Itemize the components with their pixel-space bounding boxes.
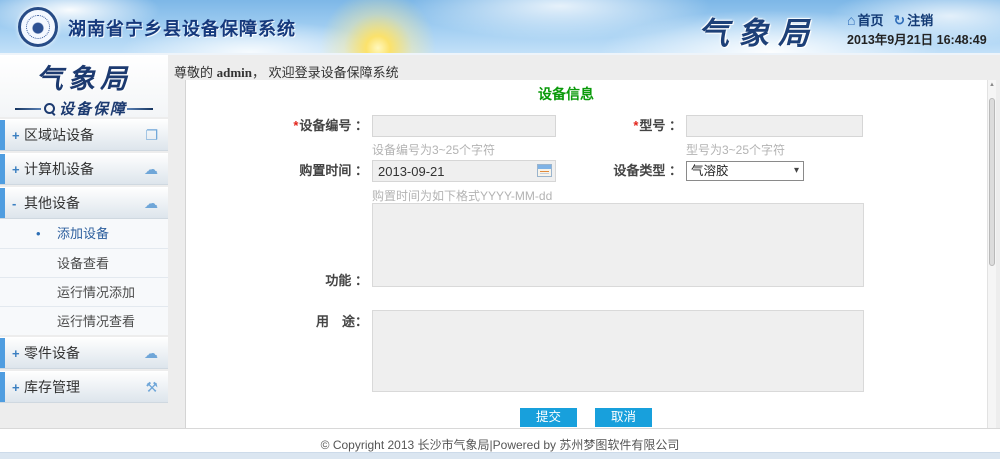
required-mark: *: [293, 118, 298, 133]
decor-line-right: [127, 108, 153, 110]
purchase-date-label: 购置时间 ：: [188, 160, 368, 182]
home-link[interactable]: 首页: [857, 10, 883, 29]
welcome-message: 尊敬的 admin， 欢迎登录设备保障系统: [174, 62, 399, 81]
submenu-item-view-device[interactable]: 设备查看: [0, 248, 168, 277]
required-mark: *: [633, 118, 638, 133]
model-hint: 型号为3~25个字符: [686, 141, 785, 158]
cancel-button[interactable]: 取消: [595, 408, 652, 427]
menu-accent-bar: [0, 338, 5, 368]
magnifier-icon: [44, 103, 56, 115]
active-bullet-icon: •: [36, 219, 41, 248]
model-input[interactable]: [686, 115, 863, 137]
device-type-selected-value: 气溶胶: [691, 164, 729, 178]
tools-icon: ⚒: [145, 379, 158, 396]
sidebar-item-computer[interactable]: + 计算机设备 ☁: [0, 153, 168, 185]
window-icon: ❐: [145, 127, 158, 144]
submenu-item-add-device[interactable]: • 添加设备: [0, 219, 168, 248]
sidebar-logo-subtitle-row: 设备保障: [0, 98, 168, 119]
menu-accent-bar: [0, 188, 5, 218]
submit-button[interactable]: 提交: [520, 408, 577, 427]
sidebar-item-inventory[interactable]: + 库存管理 ⚒: [0, 371, 168, 403]
model-label: *型号 ：: [502, 115, 682, 137]
form-title: 设备信息: [186, 84, 946, 104]
decor-line-left: [15, 108, 41, 110]
function-label: 功能 ：: [188, 270, 368, 292]
scrollbar-thumb[interactable]: [989, 98, 995, 266]
sidebar-item-parts[interactable]: + 零件设备 ☁: [0, 337, 168, 369]
footer-band: [0, 452, 1000, 459]
cloud-icon: ☁: [144, 345, 158, 362]
menu-accent-bar: [0, 154, 5, 184]
usage-label: 用 途：: [188, 311, 368, 333]
sidebar-logo-title: 气象局: [0, 55, 168, 96]
cloud-icon: ☁: [144, 161, 158, 178]
site-title: 湖南省宁乡县设备保障系统: [68, 15, 296, 41]
home-icon: ⌂: [847, 12, 855, 28]
chevron-down-icon: ▾: [794, 162, 799, 180]
username: admin: [217, 65, 252, 80]
top-header: 湖南省宁乡县设备保障系统 气象局 ⌂首页 ↻注销 2013年9月21日 16:48…: [0, 0, 1000, 55]
purchase-date-hint: 购置时间为如下格式YYYY-MM-dd: [372, 187, 552, 204]
sidebar-logo: 气象局 设备保障: [0, 55, 168, 117]
scroll-up-arrow-icon[interactable]: ▲: [988, 82, 996, 88]
cloud-icon: ☁: [144, 195, 158, 212]
sidebar-logo-subtitle: 设备保障: [59, 98, 127, 119]
logout-link[interactable]: 注销: [907, 10, 933, 29]
submenu-item-add-run-status[interactable]: 运行情况添加: [0, 277, 168, 306]
datetime-display: 2013年9月21日 16:48:49: [847, 29, 987, 48]
expand-plus-icon[interactable]: +: [12, 128, 24, 143]
menu-accent-bar: [0, 120, 5, 150]
footer: © Copyright 2013 长沙市气象局|Powered by 苏州梦图软…: [0, 428, 1000, 459]
collapse-minus-icon[interactable]: -: [12, 196, 24, 211]
header-links: ⌂首页 ↻注销: [847, 10, 933, 29]
device-no-hint: 设备编号为3~25个字符: [372, 141, 495, 158]
page: 湖南省宁乡县设备保障系统 气象局 ⌂首页 ↻注销 2013年9月21日 16:48…: [0, 0, 1000, 459]
function-textarea[interactable]: [372, 203, 864, 287]
logout-icon: ↻: [893, 12, 905, 29]
device-type-select[interactable]: 气溶胶 ▾: [686, 161, 804, 181]
device-type-label: 设备类型 ：: [502, 160, 682, 182]
cma-emblem-inner: [26, 15, 50, 39]
sidebar: 气象局 设备保障 + 区域站设备 ❐ + 计算机设备 ☁ - 其他设备 ☁: [0, 55, 168, 403]
brand-wordmark: 气象局: [698, 8, 818, 53]
cma-emblem-logo: [18, 7, 58, 47]
other-devices-submenu: • 添加设备 设备查看 运行情况添加 运行情况查看: [0, 219, 168, 335]
submenu-item-view-run-status[interactable]: 运行情况查看: [0, 306, 168, 335]
copyright-text: © Copyright 2013 长沙市气象局|Powered by 苏州梦图软…: [0, 436, 1000, 453]
vertical-scrollbar[interactable]: ▲: [987, 80, 996, 428]
device-no-label: *设备编号 ：: [188, 115, 368, 137]
menu-accent-bar: [0, 372, 5, 402]
expand-plus-icon[interactable]: +: [12, 346, 24, 361]
sidebar-item-other-devices[interactable]: - 其他设备 ☁: [0, 187, 168, 219]
expand-plus-icon[interactable]: +: [12, 162, 24, 177]
sidebar-item-region-station[interactable]: + 区域站设备 ❐: [0, 119, 168, 151]
usage-textarea[interactable]: [372, 310, 864, 392]
expand-plus-icon[interactable]: +: [12, 380, 24, 395]
device-info-panel: 设备信息 *设备编号 ： 设备编号为3~25个字符 *型号 ： 型号为3~25个…: [185, 80, 987, 428]
